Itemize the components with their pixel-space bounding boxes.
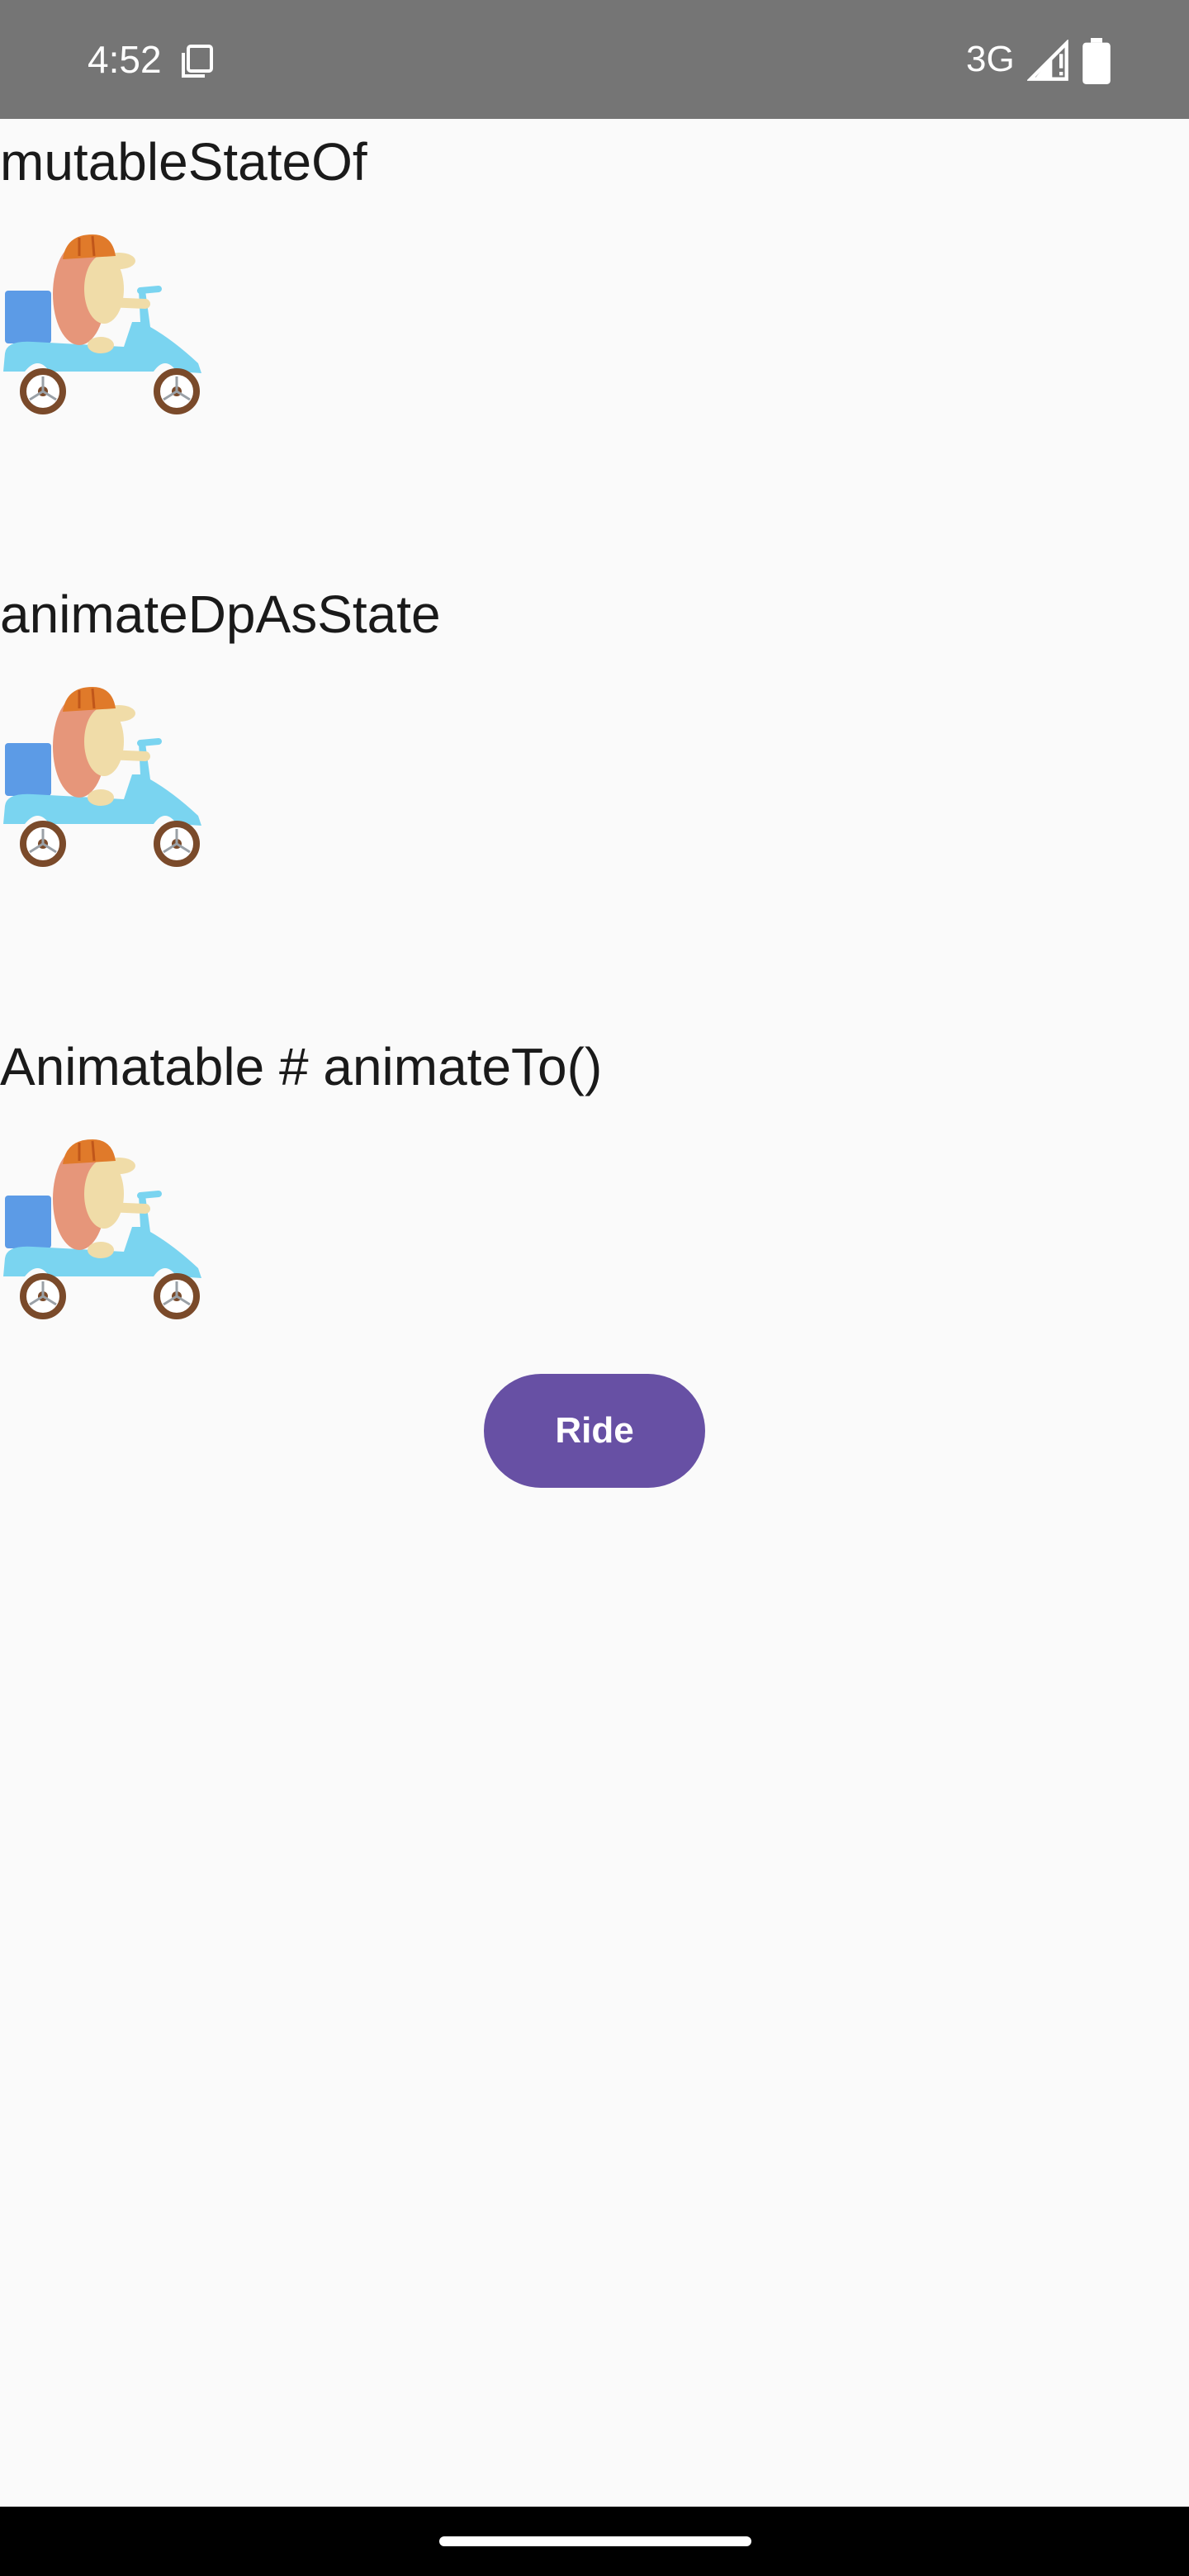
navigation-bar [0,2507,1189,2576]
hedgehog-scooter-icon [3,687,201,867]
network-type-label: 3G [966,39,1015,79]
ride-button[interactable]: Ride [484,1374,705,1488]
signal-strength-icon [1027,40,1068,81]
section-title: mutableStateOf [0,132,367,192]
sim-card-icon [182,45,213,78]
status-time: 4:52 [88,38,162,81]
hedgehog-scooter-icon [3,234,201,414]
section-title: Animatable # animateTo() [0,1037,603,1096]
section-title: animateDpAsState [0,585,441,644]
section-animatable-animate-to: Animatable # animateTo() [0,1034,1189,1331]
status-bar: 4:52 3G [0,0,1189,119]
home-indicator[interactable] [439,2536,751,2546]
hedgehog-scooter-icon [3,1139,201,1319]
battery-icon [1082,38,1111,84]
status-indicators: 3G [941,33,1189,86]
section-animate-dp-as-state: animateDpAsState [0,581,1189,878]
section-mutable-state-of: mutableStateOf [0,129,1189,426]
